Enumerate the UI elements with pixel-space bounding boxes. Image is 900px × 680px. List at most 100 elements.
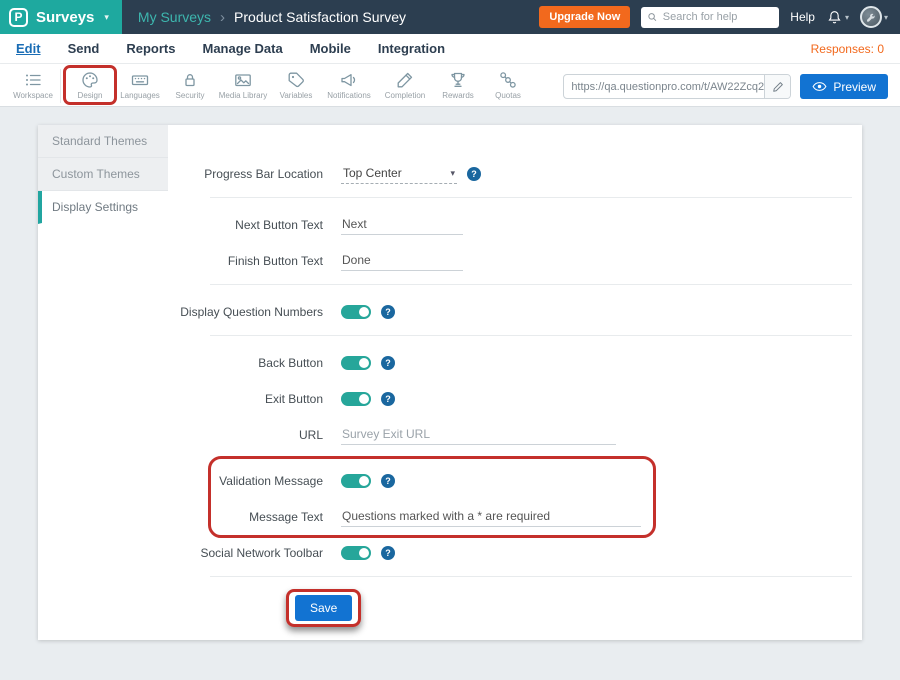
sidebar-item-standard-themes[interactable]: Standard Themes bbox=[38, 125, 168, 158]
settings-row-validation-message: Validation Message ? bbox=[168, 466, 852, 496]
tab-reports[interactable]: Reports bbox=[126, 41, 175, 56]
finish-button-text-label: Finish Button Text bbox=[168, 254, 323, 268]
eye-icon bbox=[812, 81, 827, 92]
back-button-toggle[interactable] bbox=[341, 356, 371, 370]
settings-row-finish-button-text: Finish Button Text bbox=[168, 246, 852, 276]
design-icon bbox=[80, 70, 100, 90]
toolbar-item-label: Languages bbox=[120, 91, 160, 100]
settings-row-exit-button: Exit Button ? bbox=[168, 384, 852, 414]
help-icon[interactable]: ? bbox=[467, 167, 481, 181]
social-network-toolbar-toggle[interactable] bbox=[341, 546, 371, 560]
tab-send[interactable]: Send bbox=[68, 41, 100, 56]
finish-button-text-input[interactable] bbox=[341, 251, 463, 271]
toolbar-item-label: Design bbox=[78, 91, 103, 100]
tab-mobile[interactable]: Mobile bbox=[310, 41, 351, 56]
tab-integration[interactable]: Integration bbox=[378, 41, 445, 56]
progress-bar-location-select[interactable]: Top Center ▾ bbox=[341, 164, 457, 184]
next-button-text-input[interactable] bbox=[341, 215, 463, 235]
toolbar-item-label: Media Library bbox=[219, 91, 267, 100]
help-link[interactable]: Help bbox=[790, 10, 815, 24]
display-settings-form: Progress Bar Location Top Center ▾ ? Nex… bbox=[168, 125, 862, 640]
toolbar-item-label: Variables bbox=[280, 91, 313, 100]
progress-bar-location-value: Top Center bbox=[343, 166, 402, 180]
toolbar-item-security[interactable]: Security bbox=[165, 66, 215, 100]
toolbar-item-rewards[interactable]: Rewards bbox=[433, 66, 483, 100]
chevron-down-icon: ▾ bbox=[884, 13, 888, 22]
toolbar-item-completion[interactable]: Completion bbox=[377, 66, 433, 100]
divider bbox=[210, 335, 852, 336]
divider bbox=[210, 197, 852, 198]
toolbar-separator bbox=[60, 69, 61, 103]
help-icon[interactable]: ? bbox=[381, 546, 395, 560]
responses-count: Responses: 0 bbox=[811, 42, 884, 56]
bell-icon bbox=[826, 9, 843, 26]
quotas-icon bbox=[498, 70, 518, 90]
chevron-down-icon: ▾ bbox=[845, 13, 849, 22]
settings-row-progress-bar-location: Progress Bar Location Top Center ▾ ? bbox=[168, 159, 852, 189]
notifications-bell-button[interactable]: ▾ bbox=[826, 9, 849, 26]
settings-row-exit-url: URL bbox=[168, 420, 852, 450]
account-menu[interactable]: ▾ bbox=[860, 6, 888, 28]
app-name: Surveys bbox=[36, 9, 94, 26]
page: P Surveys ▾ My Surveys › Product Satisfa… bbox=[0, 0, 900, 680]
main-nav: Edit Send Reports Manage Data Mobile Int… bbox=[0, 34, 900, 64]
tab-edit[interactable]: Edit bbox=[16, 41, 41, 56]
toolbar-right: https://qa.questionpro.com/t/AW22Zcq2J P… bbox=[563, 74, 888, 99]
breadcrumb: My Surveys › Product Satisfaction Survey bbox=[138, 9, 406, 26]
toolbar-item-quotas[interactable]: Quotas bbox=[483, 66, 533, 100]
settings-sidebar: Standard Themes Custom Themes Display Se… bbox=[38, 125, 168, 640]
rewards-trophy-icon bbox=[448, 70, 468, 90]
toolbar-item-label: Quotas bbox=[495, 91, 521, 100]
toolbar-item-label: Rewards bbox=[442, 91, 474, 100]
topbar-right: Upgrade Now Help ▾ ▾ bbox=[539, 6, 900, 28]
sidebar-item-custom-themes[interactable]: Custom Themes bbox=[38, 158, 168, 191]
message-text-input[interactable] bbox=[341, 507, 641, 527]
help-icon[interactable]: ? bbox=[381, 305, 395, 319]
help-search-input[interactable] bbox=[663, 11, 773, 23]
toolbar-item-notifications[interactable]: Notifications bbox=[321, 66, 377, 100]
display-question-numbers-label: Display Question Numbers bbox=[168, 305, 323, 319]
questionpro-logo-icon: P bbox=[9, 8, 28, 27]
page-title: Product Satisfaction Survey bbox=[234, 9, 406, 25]
exit-button-toggle[interactable] bbox=[341, 392, 371, 406]
media-library-icon bbox=[233, 70, 253, 90]
toolbar-item-workspace[interactable]: Workspace bbox=[8, 66, 58, 100]
settings-row-next-button-text: Next Button Text bbox=[168, 210, 852, 240]
tab-manage-data[interactable]: Manage Data bbox=[202, 41, 282, 56]
upgrade-now-button[interactable]: Upgrade Now bbox=[539, 6, 630, 28]
toolbar-item-label: Completion bbox=[385, 91, 425, 100]
validation-message-toggle[interactable] bbox=[341, 474, 371, 488]
breadcrumb-separator: › bbox=[220, 9, 225, 26]
toolbar-item-variables[interactable]: Variables bbox=[271, 66, 321, 100]
exit-button-label: Exit Button bbox=[168, 392, 323, 406]
sidebar-item-display-settings[interactable]: Display Settings bbox=[38, 191, 168, 224]
topbar: P Surveys ▾ My Surveys › Product Satisfa… bbox=[0, 0, 900, 34]
settings-row-back-button: Back Button ? bbox=[168, 348, 852, 378]
nav-tabs: Edit Send Reports Manage Data Mobile Int… bbox=[16, 41, 445, 56]
toolbar-item-languages[interactable]: Languages bbox=[115, 66, 165, 100]
help-icon[interactable]: ? bbox=[381, 392, 395, 406]
help-icon[interactable]: ? bbox=[381, 474, 395, 488]
back-button-label: Back Button bbox=[168, 356, 323, 370]
survey-url-box: https://qa.questionpro.com/t/AW22Zcq2J bbox=[563, 74, 791, 99]
breadcrumb-my-surveys[interactable]: My Surveys bbox=[138, 9, 211, 25]
edit-url-button[interactable] bbox=[764, 75, 790, 98]
pencil-icon bbox=[772, 81, 784, 93]
divider bbox=[210, 284, 852, 285]
chevron-down-icon: ▾ bbox=[450, 168, 455, 179]
design-annotation-wrap: Design bbox=[65, 66, 115, 100]
validation-annotated-group: Validation Message ? Message Text bbox=[168, 456, 852, 538]
help-icon[interactable]: ? bbox=[381, 356, 395, 370]
app-switcher[interactable]: P Surveys ▾ bbox=[0, 0, 122, 34]
save-button[interactable]: Save bbox=[295, 595, 352, 621]
preview-button[interactable]: Preview bbox=[800, 74, 888, 99]
preview-button-label: Preview bbox=[833, 80, 876, 94]
display-question-numbers-toggle[interactable] bbox=[341, 305, 371, 319]
design-settings-panel: Standard Themes Custom Themes Display Se… bbox=[38, 125, 862, 640]
toolbar-item-design[interactable]: Design bbox=[65, 66, 115, 100]
settings-row-message-text: Message Text bbox=[168, 502, 852, 532]
exit-url-input[interactable] bbox=[341, 425, 616, 445]
next-button-text-label: Next Button Text bbox=[168, 218, 323, 232]
validation-message-label: Validation Message bbox=[168, 474, 323, 488]
toolbar-item-media-library[interactable]: Media Library bbox=[215, 66, 271, 100]
